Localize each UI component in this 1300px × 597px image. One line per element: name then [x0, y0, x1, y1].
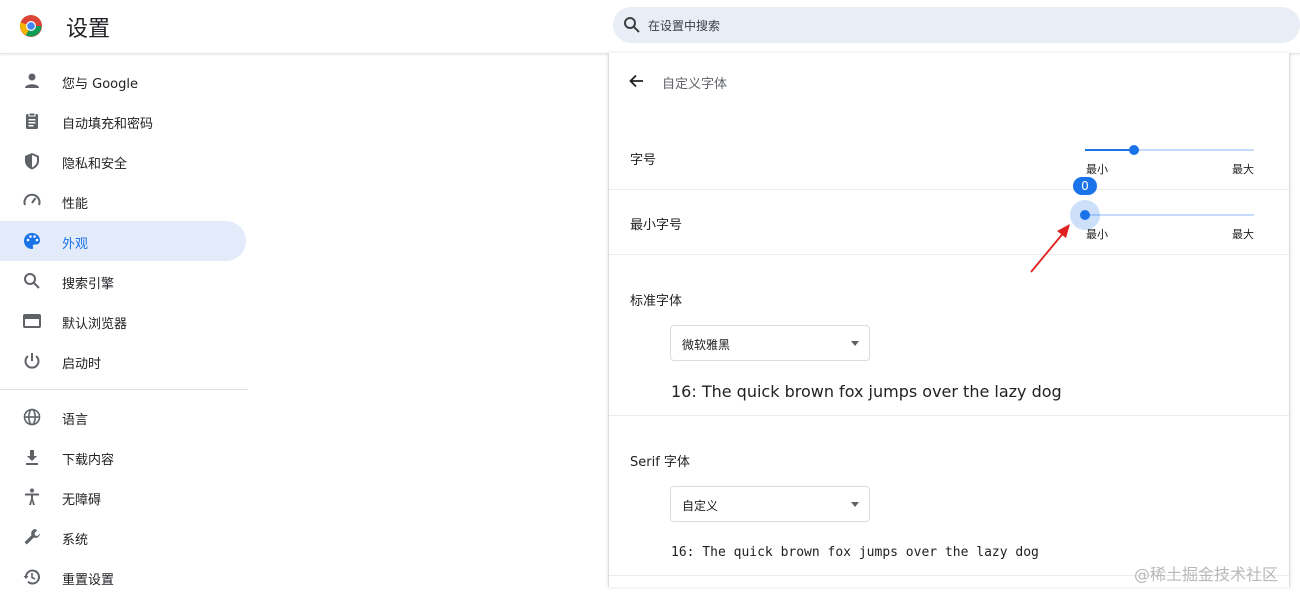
sidebar-item-on-startup[interactable]: 启动时: [0, 341, 246, 381]
row-divider: [609, 415, 1289, 416]
sidebar-item-label: 默认浏览器: [62, 317, 128, 332]
standard-font-sample: 16: The quick brown fox jumps over the l…: [671, 382, 1062, 401]
min-font-size-slider[interactable]: 0 最小 最大: [1070, 177, 1254, 245]
slider-value-bubble: 0: [1073, 177, 1097, 195]
slider-knob[interactable]: [1129, 145, 1139, 155]
wrench-icon: [24, 529, 40, 545]
history-icon: [23, 569, 40, 585]
serif-font-select[interactable]: 自定义: [670, 486, 870, 522]
power-icon: [24, 353, 40, 369]
slider-max-label: 最大: [1232, 228, 1254, 241]
sidebar-item-default-browser[interactable]: 默认浏览器: [0, 301, 246, 341]
sidebar-item-label: 下载内容: [62, 453, 115, 468]
sidebar-item-label: 自动填充和密码: [62, 117, 154, 132]
slider-track: [1085, 214, 1254, 216]
sidebar-item-label: 搜索引擎: [62, 277, 115, 292]
sidebar-item-label: 性能: [62, 197, 89, 212]
standard-font-select[interactable]: 微软雅黑: [670, 325, 870, 361]
sidebar-item-downloads[interactable]: 下载内容: [0, 437, 246, 477]
annotation-arrow-icon: [1030, 224, 1070, 273]
palette-icon: [24, 233, 40, 249]
sidebar-item-languages[interactable]: 语言: [0, 397, 246, 437]
standard-font-label: 标准字体: [630, 294, 683, 309]
sidebar-item-privacy[interactable]: 隐私和安全: [0, 141, 246, 181]
sidebar-item-search-engine[interactable]: 搜索引擎: [0, 261, 246, 301]
accessibility-icon: [25, 488, 39, 505]
serif-font-label: Serif 字体: [630, 455, 690, 470]
chevron-down-icon: [851, 502, 859, 507]
sidebar-item-label: 无障碍: [62, 493, 102, 508]
sidebar-item-accessibility[interactable]: 无障碍: [0, 477, 246, 517]
person-icon: [25, 73, 39, 88]
browser-icon: [23, 314, 41, 328]
slider-knob[interactable]: [1080, 210, 1090, 220]
sidebar-item-label: 系统: [62, 533, 89, 548]
sidebar-item-label: 启动时: [62, 357, 102, 372]
sidebar-item-reset-settings[interactable]: 重置设置: [0, 557, 246, 597]
subpage-title: 自定义字体: [662, 77, 728, 92]
slider-fill: [1085, 149, 1134, 151]
select-value: 微软雅黑: [682, 338, 731, 352]
clipboard-icon: [26, 112, 38, 129]
sidebar-item-autofill[interactable]: 自动填充和密码: [0, 101, 246, 141]
watermark: @稀土掘金技术社区: [1134, 565, 1279, 584]
sidebar-item-appearance[interactable]: 外观: [0, 221, 246, 261]
font-size-slider[interactable]: 最小 最大: [1085, 140, 1254, 180]
min-font-size-label: 最小字号: [630, 218, 683, 233]
sidebar-item-label: 隐私和安全: [62, 157, 128, 172]
row-divider: [609, 254, 1289, 255]
globe-icon: [23, 408, 41, 426]
sidebar-item-label: 您与 Google: [62, 77, 138, 92]
speedometer-icon: [23, 193, 41, 206]
sidebar-item-label: 外观: [62, 237, 89, 252]
sidebar-item-system[interactable]: 系统: [0, 517, 246, 557]
row-divider: [609, 189, 1289, 190]
slider-min-label: 最小: [1086, 163, 1108, 176]
sidebar-item-label: 语言: [62, 413, 89, 428]
sidebar-item-you-and-google[interactable]: 您与 Google: [0, 61, 246, 101]
back-arrow-icon[interactable]: [627, 72, 645, 90]
search-bar[interactable]: [613, 7, 1300, 43]
slider-min-label: 最小: [1086, 228, 1108, 241]
shield-icon: [25, 153, 39, 170]
sidebar-item-performance[interactable]: 性能: [0, 181, 246, 221]
select-value: 自定义: [682, 499, 719, 513]
sidebar-item-label: 重置设置: [62, 573, 115, 588]
download-icon: [26, 450, 38, 465]
page-title: 设置: [66, 17, 111, 42]
sidebar-divider: [0, 389, 248, 390]
search-input[interactable]: [646, 13, 1250, 39]
chrome-logo-icon: [20, 15, 42, 37]
chevron-down-icon: [851, 341, 859, 346]
search-icon: [24, 273, 40, 289]
sidebar: 您与 Google 自动填充和密码 隐私和安全 性能 外观 搜索引擎 默认浏览器…: [0, 60, 248, 588]
top-bar: 设置: [0, 0, 1300, 54]
custom-fonts-panel: 自定义字体 字号 最小 最大 最小字号 0 最小 最大 标准字体 微软雅黑 16…: [608, 53, 1290, 587]
slider-max-label: 最大: [1232, 163, 1254, 176]
font-size-label: 字号: [630, 153, 657, 168]
search-icon: [624, 17, 640, 33]
serif-font-sample: 16: The quick brown fox jumps over the l…: [671, 545, 1039, 560]
